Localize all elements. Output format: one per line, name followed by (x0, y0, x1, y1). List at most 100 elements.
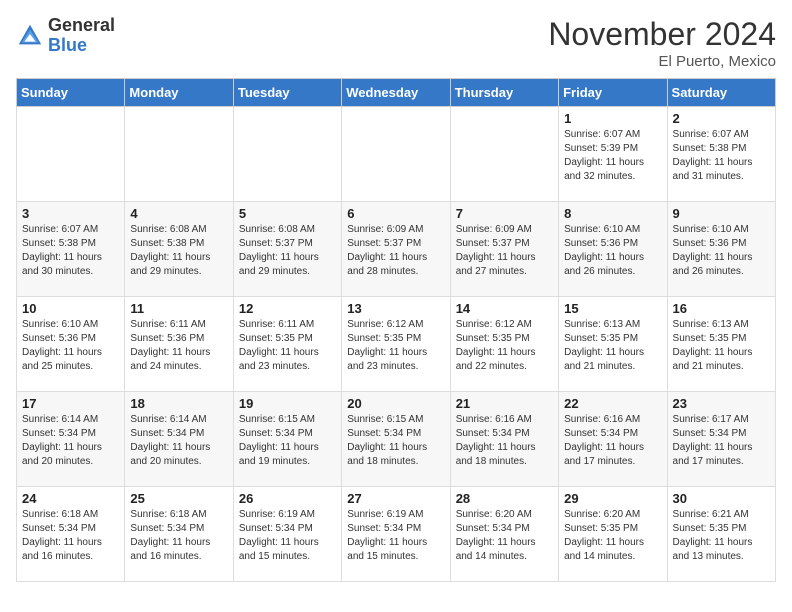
day-number: 20 (347, 396, 444, 411)
day-info: Sunrise: 6:15 AM Sunset: 5:34 PM Dayligh… (239, 413, 336, 469)
calendar-cell: 9 Sunrise: 6:10 AM Sunset: 5:36 PM Daylig… (667, 202, 775, 297)
day-number: 13 (347, 301, 444, 316)
day-info: Sunrise: 6:08 AM Sunset: 5:38 PM Dayligh… (130, 223, 227, 279)
day-number: 12 (239, 301, 336, 316)
calendar-cell: 27 Sunrise: 6:19 AM Sunset: 5:34 PM Dayli… (342, 487, 450, 582)
logo-icon (16, 22, 44, 50)
calendar-cell (17, 107, 125, 202)
calendar-week-1: 1 Sunrise: 6:07 AM Sunset: 5:39 PM Daylig… (17, 107, 776, 202)
day-number: 6 (347, 206, 444, 221)
day-info: Sunrise: 6:10 AM Sunset: 5:36 PM Dayligh… (673, 223, 770, 279)
calendar-cell (125, 107, 233, 202)
calendar-cell: 16 Sunrise: 6:13 AM Sunset: 5:35 PM Dayli… (667, 297, 775, 392)
day-number: 1 (564, 111, 661, 126)
day-info: Sunrise: 6:13 AM Sunset: 5:35 PM Dayligh… (564, 318, 661, 374)
calendar-cell: 22 Sunrise: 6:16 AM Sunset: 5:34 PM Dayli… (559, 392, 667, 487)
calendar-cell: 15Sunrise: 6:13 AM Sunset: 5:35 PM Dayli… (559, 297, 667, 392)
day-number: 8 (564, 206, 661, 221)
day-number: 10 (22, 301, 119, 316)
day-info: Sunrise: 6:07 AM Sunset: 5:38 PM Dayligh… (673, 128, 770, 184)
calendar-table: SundayMondayTuesdayWednesdayThursdayFrid… (16, 78, 776, 582)
day-info: Sunrise: 6:11 AM Sunset: 5:36 PM Dayligh… (130, 318, 227, 374)
calendar-cell: 19Sunrise: 6:15 AM Sunset: 5:34 PM Dayli… (233, 392, 341, 487)
calendar-cell (233, 107, 341, 202)
day-number: 18 (130, 396, 227, 411)
day-info: Sunrise: 6:12 AM Sunset: 5:35 PM Dayligh… (347, 318, 444, 374)
day-number: 30 (673, 491, 770, 506)
calendar-cell: 2 Sunrise: 6:07 AM Sunset: 5:38 PM Daylig… (667, 107, 775, 202)
calendar-cell (450, 107, 558, 202)
calendar-cell: 23 Sunrise: 6:17 AM Sunset: 5:34 PM Dayli… (667, 392, 775, 487)
day-number: 21 (456, 396, 553, 411)
calendar-week-5: 24 Sunrise: 6:18 AM Sunset: 5:34 PM Dayli… (17, 487, 776, 582)
day-number: 7 (456, 206, 553, 221)
calendar-week-4: 17 Sunrise: 6:14 AM Sunset: 5:34 PM Dayli… (17, 392, 776, 487)
day-number: 16 (673, 301, 770, 316)
day-info: Sunrise: 6:18 AM Sunset: 5:34 PM Dayligh… (22, 508, 119, 564)
day-number: 3 (22, 206, 119, 221)
logo-blue: Blue (48, 36, 115, 56)
day-info: Sunrise: 6:16 AM Sunset: 5:34 PM Dayligh… (564, 413, 661, 469)
day-info: Sunrise: 6:09 AM Sunset: 5:37 PM Dayligh… (347, 223, 444, 279)
calendar-week-2: 3 Sunrise: 6:07 AM Sunset: 5:38 PM Daylig… (17, 202, 776, 297)
day-info: Sunrise: 6:17 AM Sunset: 5:34 PM Dayligh… (673, 413, 770, 469)
day-number: 24 (22, 491, 119, 506)
day-number: 2 (673, 111, 770, 126)
day-info: Sunrise: 6:20 AM Sunset: 5:34 PM Dayligh… (456, 508, 553, 564)
calendar-cell: 29 Sunrise: 6:20 AM Sunset: 5:35 PM Dayli… (559, 487, 667, 582)
day-info: Sunrise: 6:19 AM Sunset: 5:34 PM Dayligh… (239, 508, 336, 564)
header-sunday: Sunday (17, 79, 125, 107)
day-info: Sunrise: 6:07 AM Sunset: 5:38 PM Dayligh… (22, 223, 119, 279)
calendar-cell: 8 Sunrise: 6:10 AM Sunset: 5:36 PM Daylig… (559, 202, 667, 297)
day-number: 22 (564, 396, 661, 411)
day-info: Sunrise: 6:10 AM Sunset: 5:36 PM Dayligh… (22, 318, 119, 374)
day-number: 9 (673, 206, 770, 221)
day-info: Sunrise: 6:13 AM Sunset: 5:35 PM Dayligh… (673, 318, 770, 374)
calendar-week-3: 10 Sunrise: 6:10 AM Sunset: 5:36 PM Dayli… (17, 297, 776, 392)
day-number: 28 (456, 491, 553, 506)
day-number: 29 (564, 491, 661, 506)
day-info: Sunrise: 6:07 AM Sunset: 5:39 PM Dayligh… (564, 128, 661, 184)
day-info: Sunrise: 6:10 AM Sunset: 5:36 PM Dayligh… (564, 223, 661, 279)
day-number: 17 (22, 396, 119, 411)
calendar-cell: 12Sunrise: 6:11 AM Sunset: 5:35 PM Dayli… (233, 297, 341, 392)
calendar-cell: 14Sunrise: 6:12 AM Sunset: 5:35 PM Dayli… (450, 297, 558, 392)
calendar-cell: 30Sunrise: 6:21 AM Sunset: 5:35 PM Dayli… (667, 487, 775, 582)
day-number: 11 (130, 301, 227, 316)
day-number: 25 (130, 491, 227, 506)
header-monday: Monday (125, 79, 233, 107)
header-friday: Friday (559, 79, 667, 107)
calendar-cell: 21 Sunrise: 6:16 AM Sunset: 5:34 PM Dayli… (450, 392, 558, 487)
day-info: Sunrise: 6:14 AM Sunset: 5:34 PM Dayligh… (22, 413, 119, 469)
day-info: Sunrise: 6:09 AM Sunset: 5:37 PM Dayligh… (456, 223, 553, 279)
header-thursday: Thursday (450, 79, 558, 107)
day-info: Sunrise: 6:20 AM Sunset: 5:35 PM Dayligh… (564, 508, 661, 564)
header-tuesday: Tuesday (233, 79, 341, 107)
calendar-header-row: SundayMondayTuesdayWednesdayThursdayFrid… (17, 79, 776, 107)
month-title: November 2024 (548, 16, 776, 53)
header-saturday: Saturday (667, 79, 775, 107)
calendar-cell: 26 Sunrise: 6:19 AM Sunset: 5:34 PM Dayli… (233, 487, 341, 582)
calendar-cell: 28 Sunrise: 6:20 AM Sunset: 5:34 PM Dayli… (450, 487, 558, 582)
day-info: Sunrise: 6:15 AM Sunset: 5:34 PM Dayligh… (347, 413, 444, 469)
calendar-cell (342, 107, 450, 202)
day-number: 27 (347, 491, 444, 506)
logo-general: General (48, 16, 115, 36)
day-info: Sunrise: 6:14 AM Sunset: 5:34 PM Dayligh… (130, 413, 227, 469)
header-wednesday: Wednesday (342, 79, 450, 107)
day-info: Sunrise: 6:16 AM Sunset: 5:34 PM Dayligh… (456, 413, 553, 469)
day-number: 26 (239, 491, 336, 506)
calendar-cell: 3 Sunrise: 6:07 AM Sunset: 5:38 PM Daylig… (17, 202, 125, 297)
calendar-cell: 10 Sunrise: 6:10 AM Sunset: 5:36 PM Dayli… (17, 297, 125, 392)
calendar-cell: 6 Sunrise: 6:09 AM Sunset: 5:37 PM Daylig… (342, 202, 450, 297)
calendar-cell: 7 Sunrise: 6:09 AM Sunset: 5:37 PM Daylig… (450, 202, 558, 297)
logo: General Blue (16, 16, 115, 56)
day-number: 23 (673, 396, 770, 411)
calendar-cell: 25Sunrise: 6:18 AM Sunset: 5:34 PM Dayli… (125, 487, 233, 582)
location: El Puerto, Mexico (548, 53, 776, 70)
day-info: Sunrise: 6:19 AM Sunset: 5:34 PM Dayligh… (347, 508, 444, 564)
day-info: Sunrise: 6:08 AM Sunset: 5:37 PM Dayligh… (239, 223, 336, 279)
calendar-cell: 5Sunrise: 6:08 AM Sunset: 5:37 PM Daylig… (233, 202, 341, 297)
calendar-cell: 13 Sunrise: 6:12 AM Sunset: 5:35 PM Dayli… (342, 297, 450, 392)
calendar-cell: 11 Sunrise: 6:11 AM Sunset: 5:36 PM Dayli… (125, 297, 233, 392)
